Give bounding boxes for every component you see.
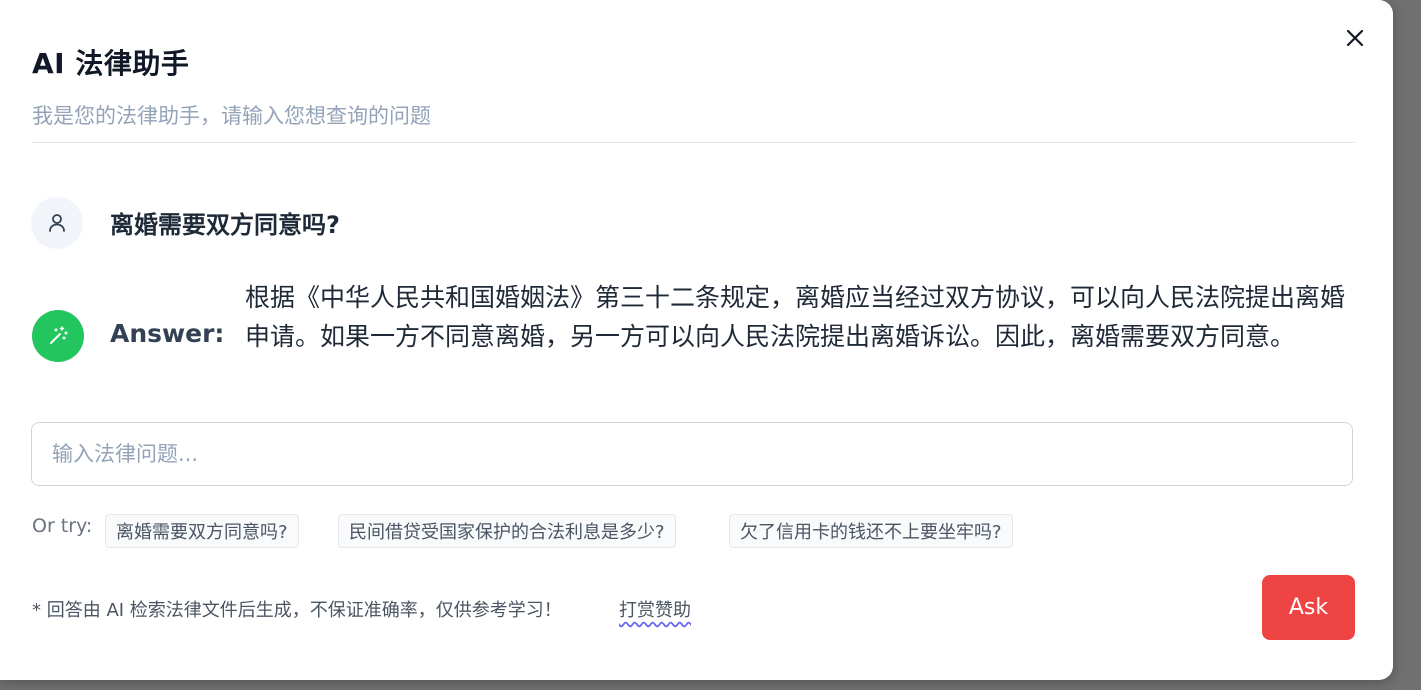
user-question: 离婚需要双方同意吗?	[110, 211, 340, 239]
close-button[interactable]	[1341, 24, 1369, 52]
answer-text: 根据《中华人民共和国婚姻法》第三十二条规定，离婚应当经过双方协议，可以向人民法院…	[245, 283, 1346, 351]
close-icon	[1346, 29, 1364, 47]
suggestions-label: Or try:	[32, 515, 93, 537]
suggestion-chip[interactable]: 民间借贷受国家保护的合法利息是多少?	[338, 514, 676, 548]
disclaimer-note: * 回答由 AI 检索法律文件后生成，不保证准确率，仅供参考学习！	[32, 600, 562, 621]
ai-avatar	[32, 310, 84, 362]
header-divider	[32, 142, 1355, 143]
question-input[interactable]	[31, 422, 1353, 486]
donate-link[interactable]: 打赏赞助	[619, 596, 691, 622]
user-icon	[49, 214, 65, 232]
modal-title: AI 法律助手	[32, 47, 190, 80]
answer-label: Answer:	[110, 319, 225, 348]
suggestion-chip[interactable]: 离婚需要双方同意吗?	[105, 514, 299, 548]
ask-button[interactable]: Ask	[1262, 575, 1355, 640]
legal-assistant-modal: AI 法律助手 我是您的法律助手，请输入您想查询的问题 离婚需要双方同意吗? A…	[0, 0, 1393, 680]
user-avatar	[31, 197, 83, 249]
suggestion-chip[interactable]: 欠了信用卡的钱还不上要坐牢吗?	[729, 514, 1013, 548]
modal-subtitle: 我是您的法律助手，请输入您想查询的问题	[32, 104, 431, 128]
magic-wand-icon	[50, 326, 68, 344]
